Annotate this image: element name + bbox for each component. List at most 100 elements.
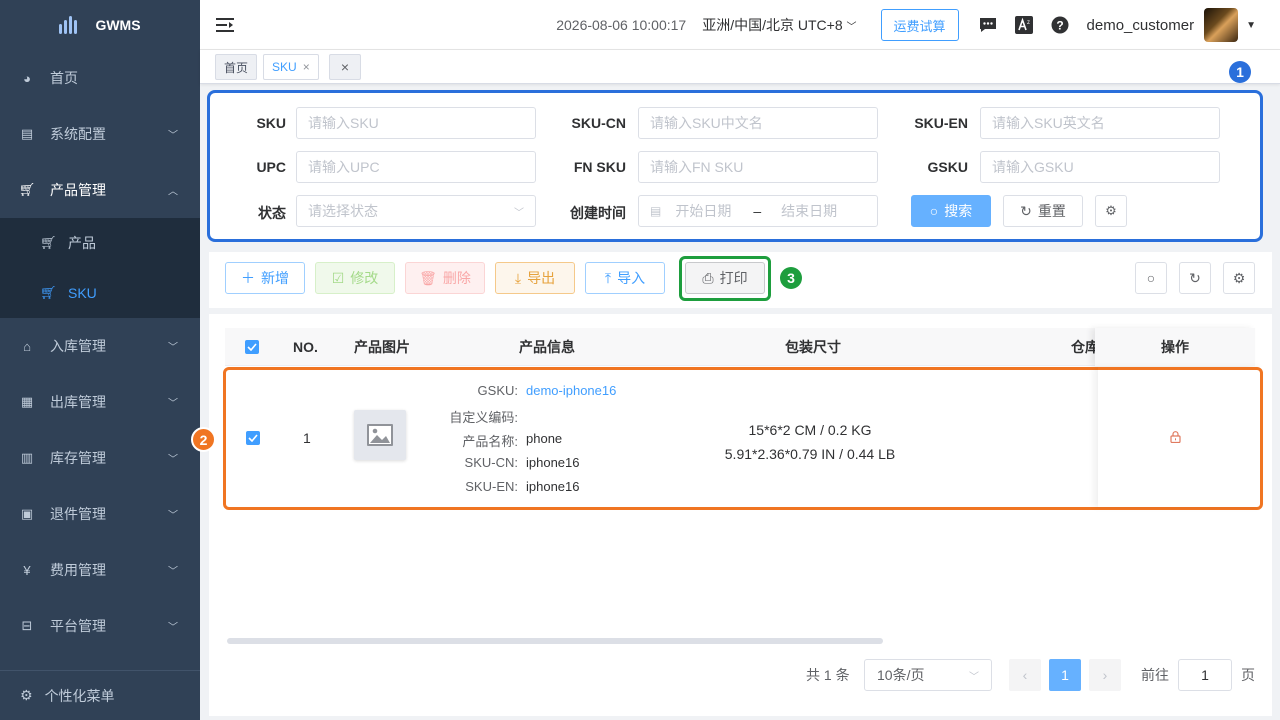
translate-icon[interactable]: z: [1014, 16, 1033, 34]
status-select[interactable]: 请选择状态 ﹀: [296, 195, 536, 227]
app-logo[interactable]: GWMS: [0, 0, 200, 50]
date-range-picker[interactable]: ▤ 开始日期 – 结束日期: [638, 195, 878, 227]
page-size-select[interactable]: 10条/页 ﹀: [864, 659, 992, 691]
gsku-input[interactable]: 请输入GSKU: [980, 151, 1220, 183]
form-settings-button[interactable]: ⚙: [1095, 195, 1127, 227]
search-icon: ○: [929, 203, 939, 219]
refresh-button[interactable]: ↻: [1179, 262, 1211, 294]
sidebar-item-sku[interactable]: 🛒︎ SKU: [0, 268, 200, 318]
printer-icon: ⎙: [702, 269, 714, 286]
tag-sku[interactable]: SKU ×: [263, 54, 319, 80]
search-button[interactable]: ○ 搜索: [911, 195, 991, 227]
add-button[interactable]: ＋新增: [225, 262, 305, 294]
end-date-input[interactable]: 结束日期: [781, 201, 837, 221]
sku-label: SKU: [256, 115, 286, 131]
collapse-menu-icon[interactable]: [216, 17, 234, 33]
col-ops: 操作: [1095, 328, 1255, 366]
page-1-button[interactable]: 1: [1049, 659, 1081, 691]
upc-input[interactable]: 请输入UPC: [296, 151, 536, 183]
plus-icon: ＋: [241, 270, 255, 286]
row-number: 1: [303, 430, 311, 446]
column-settings-button[interactable]: ⚙: [1223, 262, 1255, 294]
tags-view: 首页 SKU × ×: [200, 50, 1280, 84]
chevron-down-icon: ﹀: [168, 130, 178, 142]
created-time-label: 创建时间: [570, 205, 626, 221]
horizontal-scrollbar[interactable]: [227, 638, 883, 644]
grid-icon: ▦: [20, 394, 34, 409]
next-page-button[interactable]: ›: [1089, 659, 1121, 691]
col-info: 产品信息: [519, 339, 575, 355]
annotation-badge-1: 1: [1229, 61, 1251, 83]
sidebar-item-system-config[interactable]: ▤ 系统配置 ﹀: [0, 106, 200, 162]
sidebar-item-inventory[interactable]: ▥ 库存管理 ﹀: [0, 430, 200, 486]
chevron-left-icon: ‹: [1022, 667, 1028, 683]
row-checkbox[interactable]: [246, 431, 260, 445]
sidebar-item-home[interactable]: ◕ 首页: [0, 50, 200, 106]
chevron-down-icon: ﹀: [969, 671, 979, 683]
gear-icon: ⚙: [1105, 203, 1117, 218]
reset-button[interactable]: ↻ 重置: [1003, 195, 1083, 227]
top-navbar: 2026-08-06 10:00:17 亚洲/中国/北京 UTC+8 ﹀ 运费试…: [200, 0, 1280, 50]
custom-code-label: 自定义编码:: [449, 410, 518, 425]
message-icon[interactable]: [979, 16, 997, 34]
import-button[interactable]: ⤒ 导入: [585, 262, 665, 294]
sidebar-item-inbound[interactable]: ⌂ 入库管理 ﹀: [0, 318, 200, 374]
action-toolbar: ＋新增 ☑ 修改 🗑︎ 删除 ⤓ 导出 ⤒ 导入 ⎙ 打印 3 ○ ↻ ⚙: [209, 252, 1272, 308]
tag-close-others[interactable]: ×: [329, 54, 361, 80]
platform-icon: ⊟: [21, 618, 33, 633]
gear-icon: ⚙: [20, 687, 33, 703]
select-all-checkbox[interactable]: [245, 328, 259, 366]
edit-button[interactable]: ☑ 修改: [315, 262, 395, 294]
timezone-select[interactable]: 亚洲/中国/北京 UTC+8 ﹀: [702, 15, 856, 35]
skucn-label: SKU-CN: [571, 115, 626, 131]
product-name-value: phone: [526, 431, 563, 446]
col-size: 包装尺寸: [785, 339, 841, 355]
start-date-input[interactable]: 开始日期: [675, 201, 737, 221]
sidebar-item-fees[interactable]: ¥ 费用管理 ﹀: [0, 542, 200, 598]
sidebar-item-outbound[interactable]: ▦ 出库管理 ﹀: [0, 374, 200, 430]
tag-home[interactable]: 首页: [215, 54, 258, 80]
caret-down-icon[interactable]: ▼: [1246, 20, 1256, 31]
table-icon: ▥: [20, 450, 34, 465]
help-icon[interactable]: ?: [1051, 16, 1069, 34]
search-toggle-button[interactable]: ○: [1135, 262, 1167, 294]
size-imperial: 5.91*2.36*0.79 IN / 0.44 LB: [724, 446, 896, 462]
chevron-down-icon: ﹀: [168, 454, 178, 466]
sku-input[interactable]: 请输入SKU: [296, 107, 536, 139]
freight-calc-button[interactable]: 运费试算: [880, 9, 959, 41]
annotation-badge-3: 3: [780, 267, 802, 289]
goto-page-input[interactable]: 1: [1178, 659, 1232, 691]
logo-icon: [59, 16, 78, 34]
chevron-down-icon: ﹀: [168, 566, 178, 578]
skuen-label: SKU-EN: [914, 115, 968, 131]
sidebar-item-product[interactable]: 🛒︎ 产品: [0, 218, 200, 268]
table-row[interactable]: 1 GSKU: demo-iphone16 自定义编码: 产品名称: phone…: [223, 367, 1263, 510]
calendar-icon: ▤: [650, 204, 662, 218]
sidebar-item-product-mgmt[interactable]: 🛒︎ 产品管理 ︿: [0, 162, 200, 218]
cart-icon: 🛒︎: [18, 182, 36, 197]
status-label: 状态: [258, 205, 286, 221]
gsku-link[interactable]: demo-iphone16: [526, 383, 616, 398]
search-form: SKU 请输入SKU SKU-CN 请输入SKU中文名 SKU-EN 请输入SK…: [207, 90, 1263, 242]
close-icon[interactable]: ×: [303, 60, 310, 74]
image-placeholder-icon: [367, 424, 393, 446]
search-icon: ○: [1146, 270, 1156, 286]
goto-label: 前往: [1141, 667, 1169, 683]
product-image[interactable]: [354, 410, 406, 460]
export-button[interactable]: ⤓ 导出: [495, 262, 575, 294]
chevron-down-icon: ﹀: [514, 207, 524, 219]
fnsku-input[interactable]: 请输入FN SKU: [638, 151, 878, 183]
username[interactable]: demo_customer: [1087, 17, 1195, 34]
print-button[interactable]: ⎙ 打印: [685, 262, 765, 294]
custom-menu-button[interactable]: ⚙ 个性化菜单: [0, 670, 200, 720]
avatar[interactable]: [1204, 8, 1239, 42]
sidebar-item-platform[interactable]: ⊟ 平台管理 ﹀: [0, 598, 200, 654]
prev-page-button[interactable]: ‹: [1009, 659, 1041, 691]
sidebar-item-returns[interactable]: ▣ 退件管理 ﹀: [0, 486, 200, 542]
range-separator: –: [753, 203, 762, 219]
skuen-input[interactable]: 请输入SKU英文名: [980, 107, 1220, 139]
lock-icon[interactable]: [1170, 430, 1181, 446]
skucn-input[interactable]: 请输入SKU中文名: [638, 107, 878, 139]
svg-text:?: ?: [1056, 19, 1063, 33]
delete-button[interactable]: 🗑︎ 删除: [405, 262, 485, 294]
